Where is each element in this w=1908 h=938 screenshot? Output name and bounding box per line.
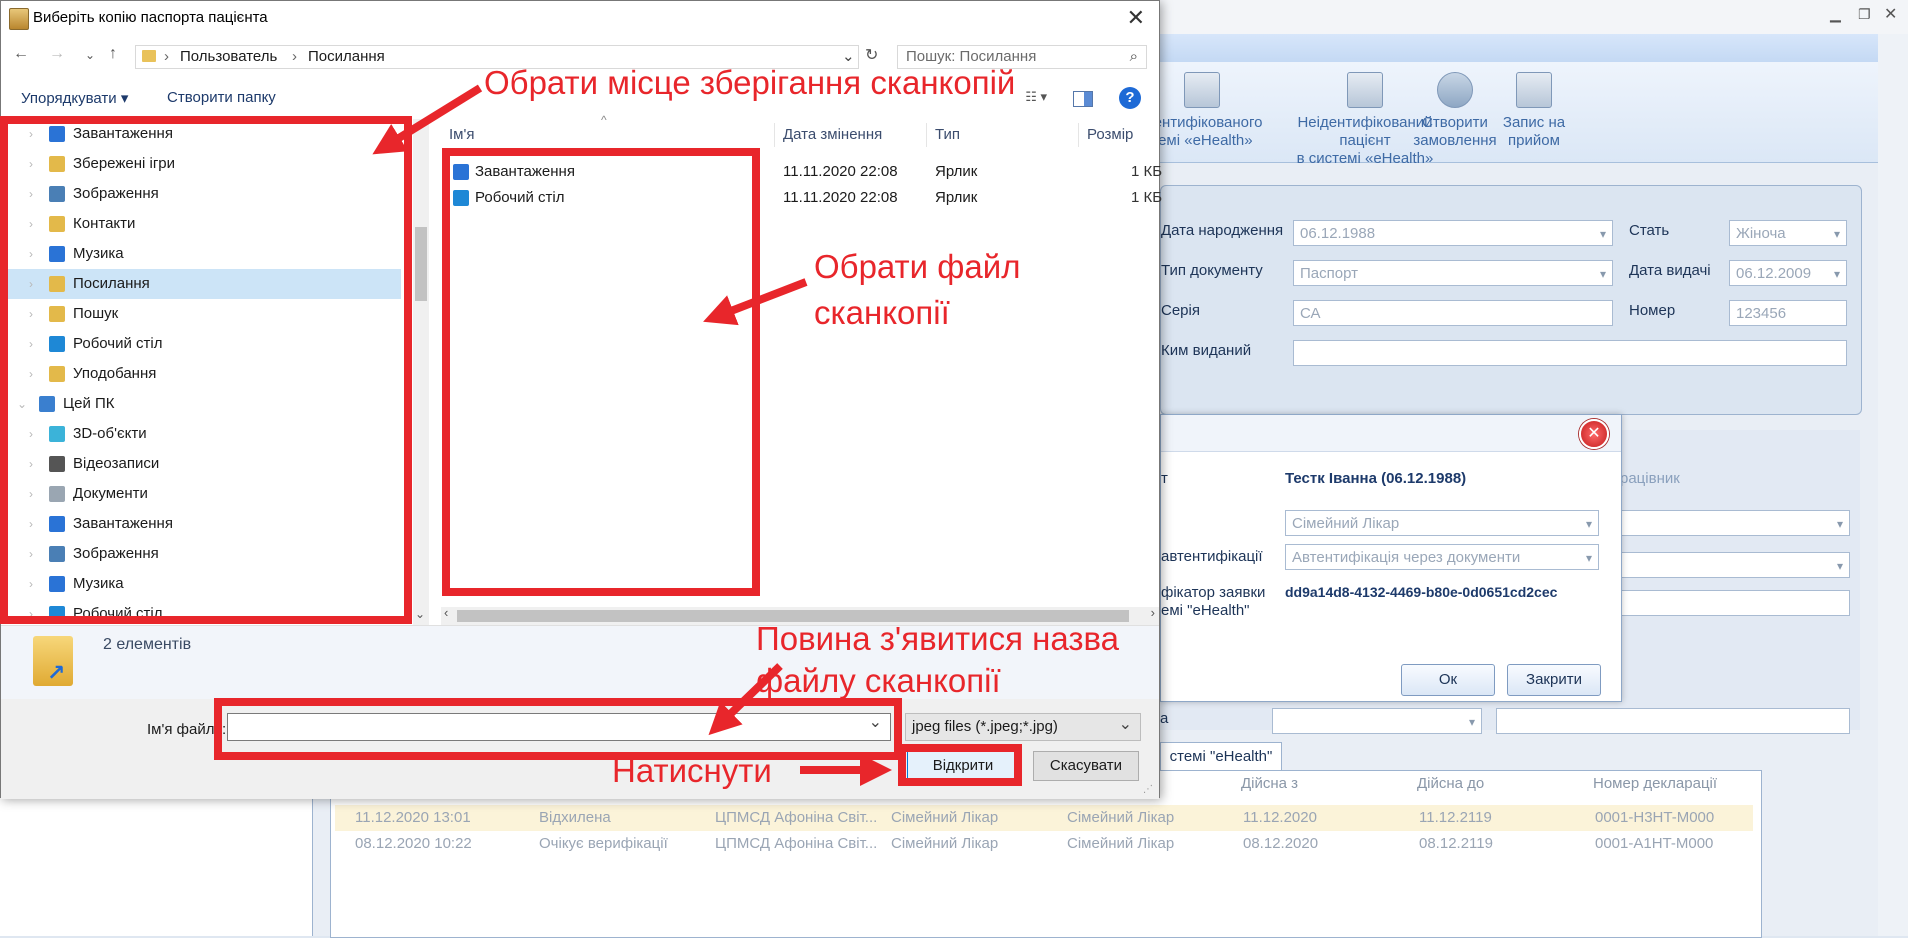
arrow-to-filename	[708, 663, 783, 736]
annotation-arrows	[372, 84, 892, 786]
arrow-to-tree	[372, 84, 483, 155]
arrow-to-files	[703, 278, 808, 326]
